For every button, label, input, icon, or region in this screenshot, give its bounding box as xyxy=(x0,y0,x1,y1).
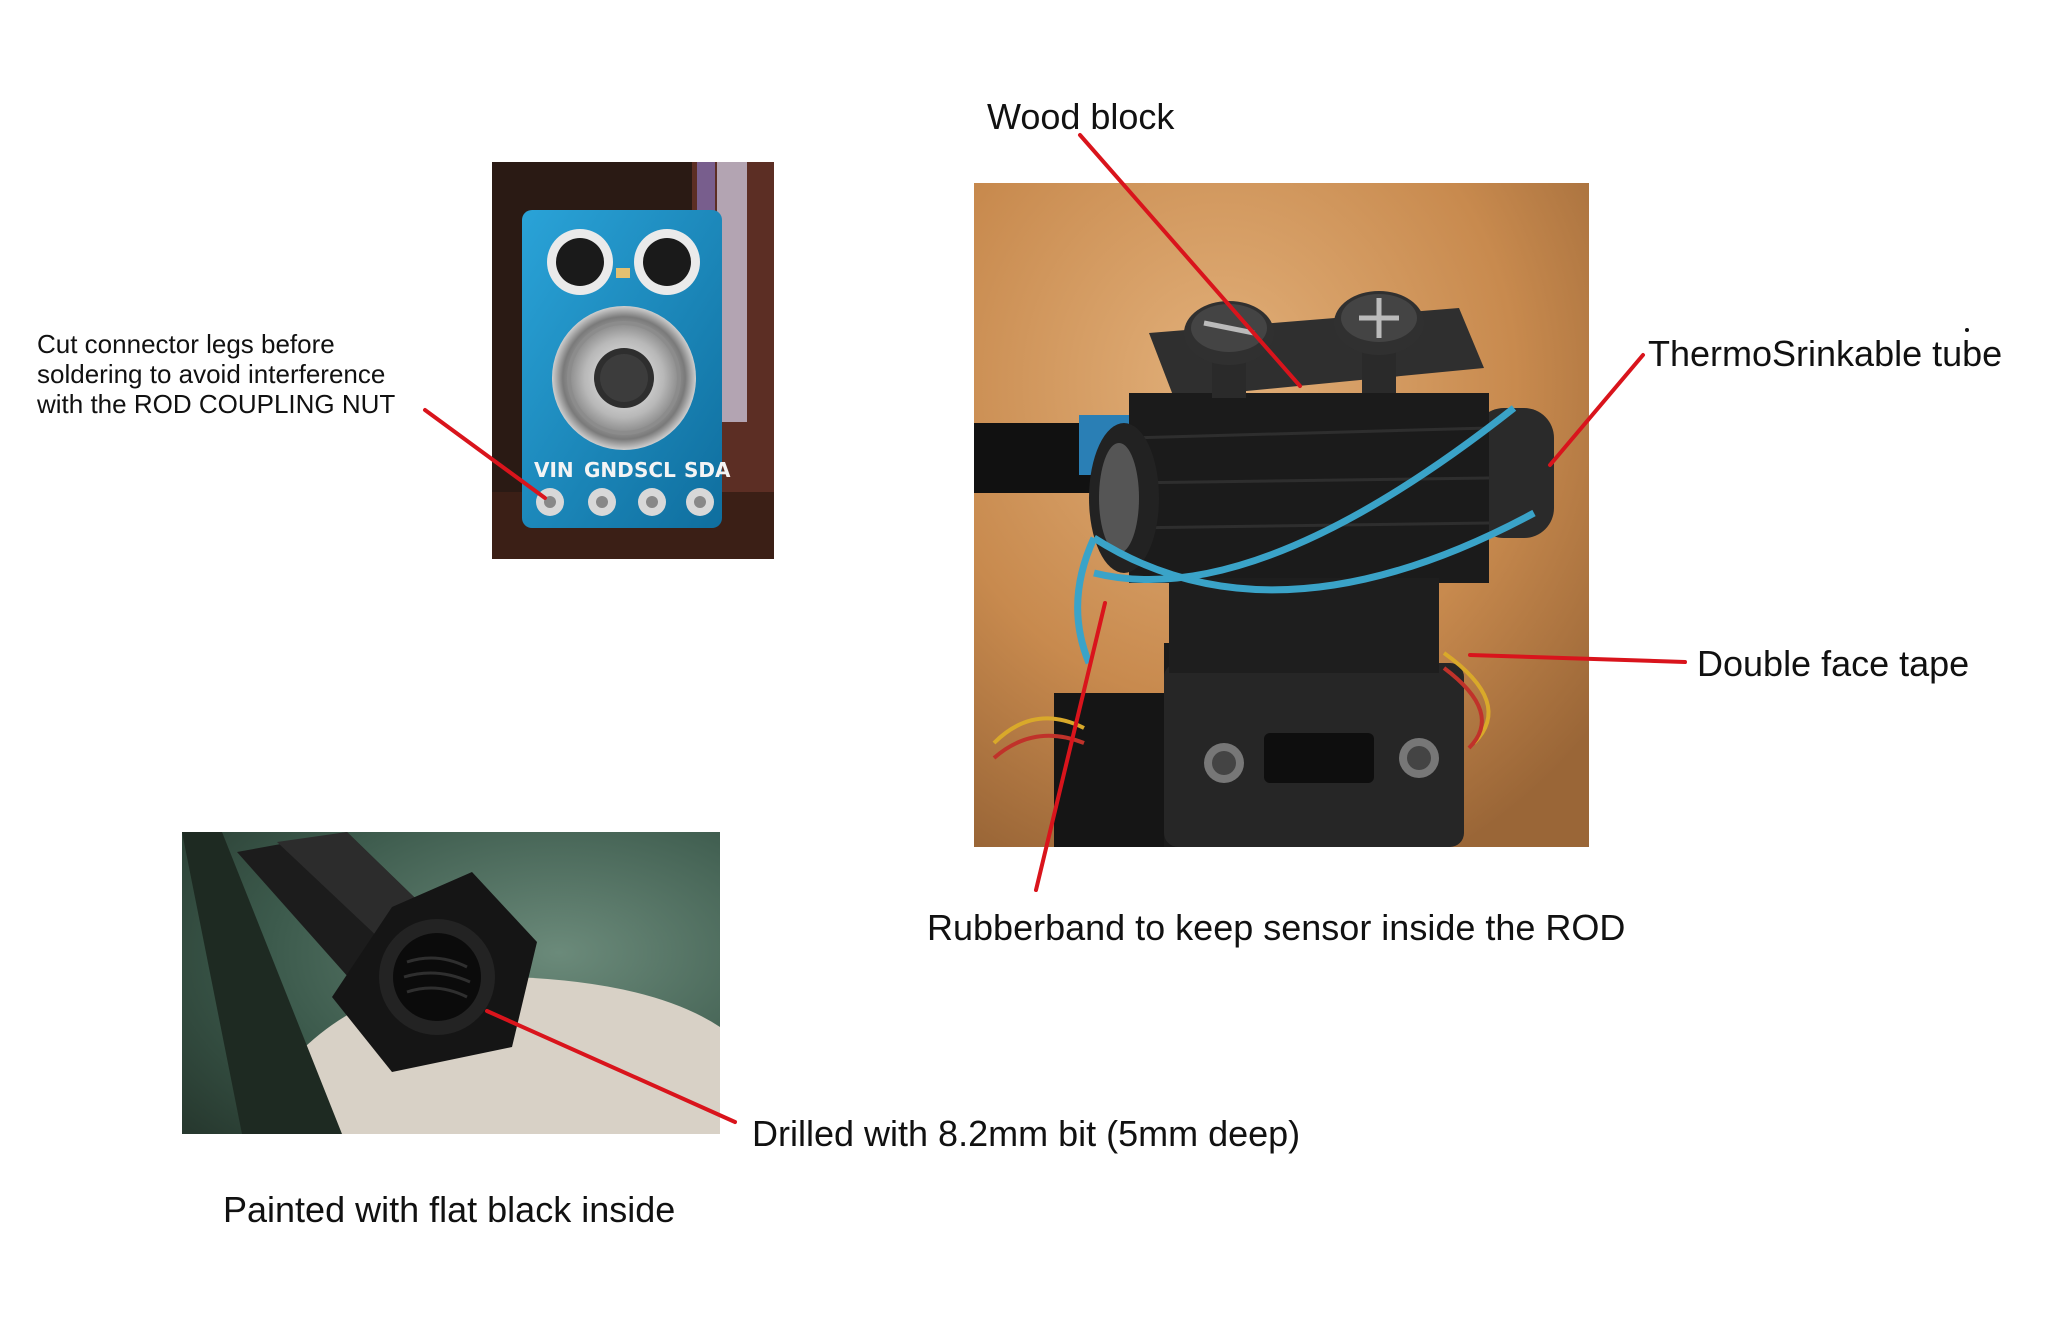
pointer-drilled xyxy=(485,1009,737,1124)
pointer-double-tape xyxy=(1468,653,1687,664)
pointer-thermo-tube xyxy=(1548,353,1645,467)
connector-note: Cut connector legs before soldering to a… xyxy=(37,329,396,420)
wood-block-label: Wood block xyxy=(987,96,1175,137)
double-tape-label: Double face tape xyxy=(1697,643,1970,684)
connector-note-line-1: Cut connector legs before xyxy=(37,329,335,359)
pointer-wood-block xyxy=(1078,133,1302,388)
pointer-rubberband xyxy=(1034,601,1107,892)
connector-note-line-2: soldering to avoid interference xyxy=(37,358,386,389)
connector-note-line-3: with the ROD COUPLING NUT xyxy=(37,388,396,419)
thermo-tube-label: ThermoSrinkable tube xyxy=(1648,333,2003,374)
rubberband-label: Rubberband to keep sensor inside the ROD xyxy=(927,907,1626,948)
painted-label: Painted with flat black inside xyxy=(223,1189,676,1230)
drilled-label: Drilled with 8.2mm bit (5mm deep) xyxy=(752,1113,1301,1154)
pointer-connector xyxy=(423,408,547,500)
